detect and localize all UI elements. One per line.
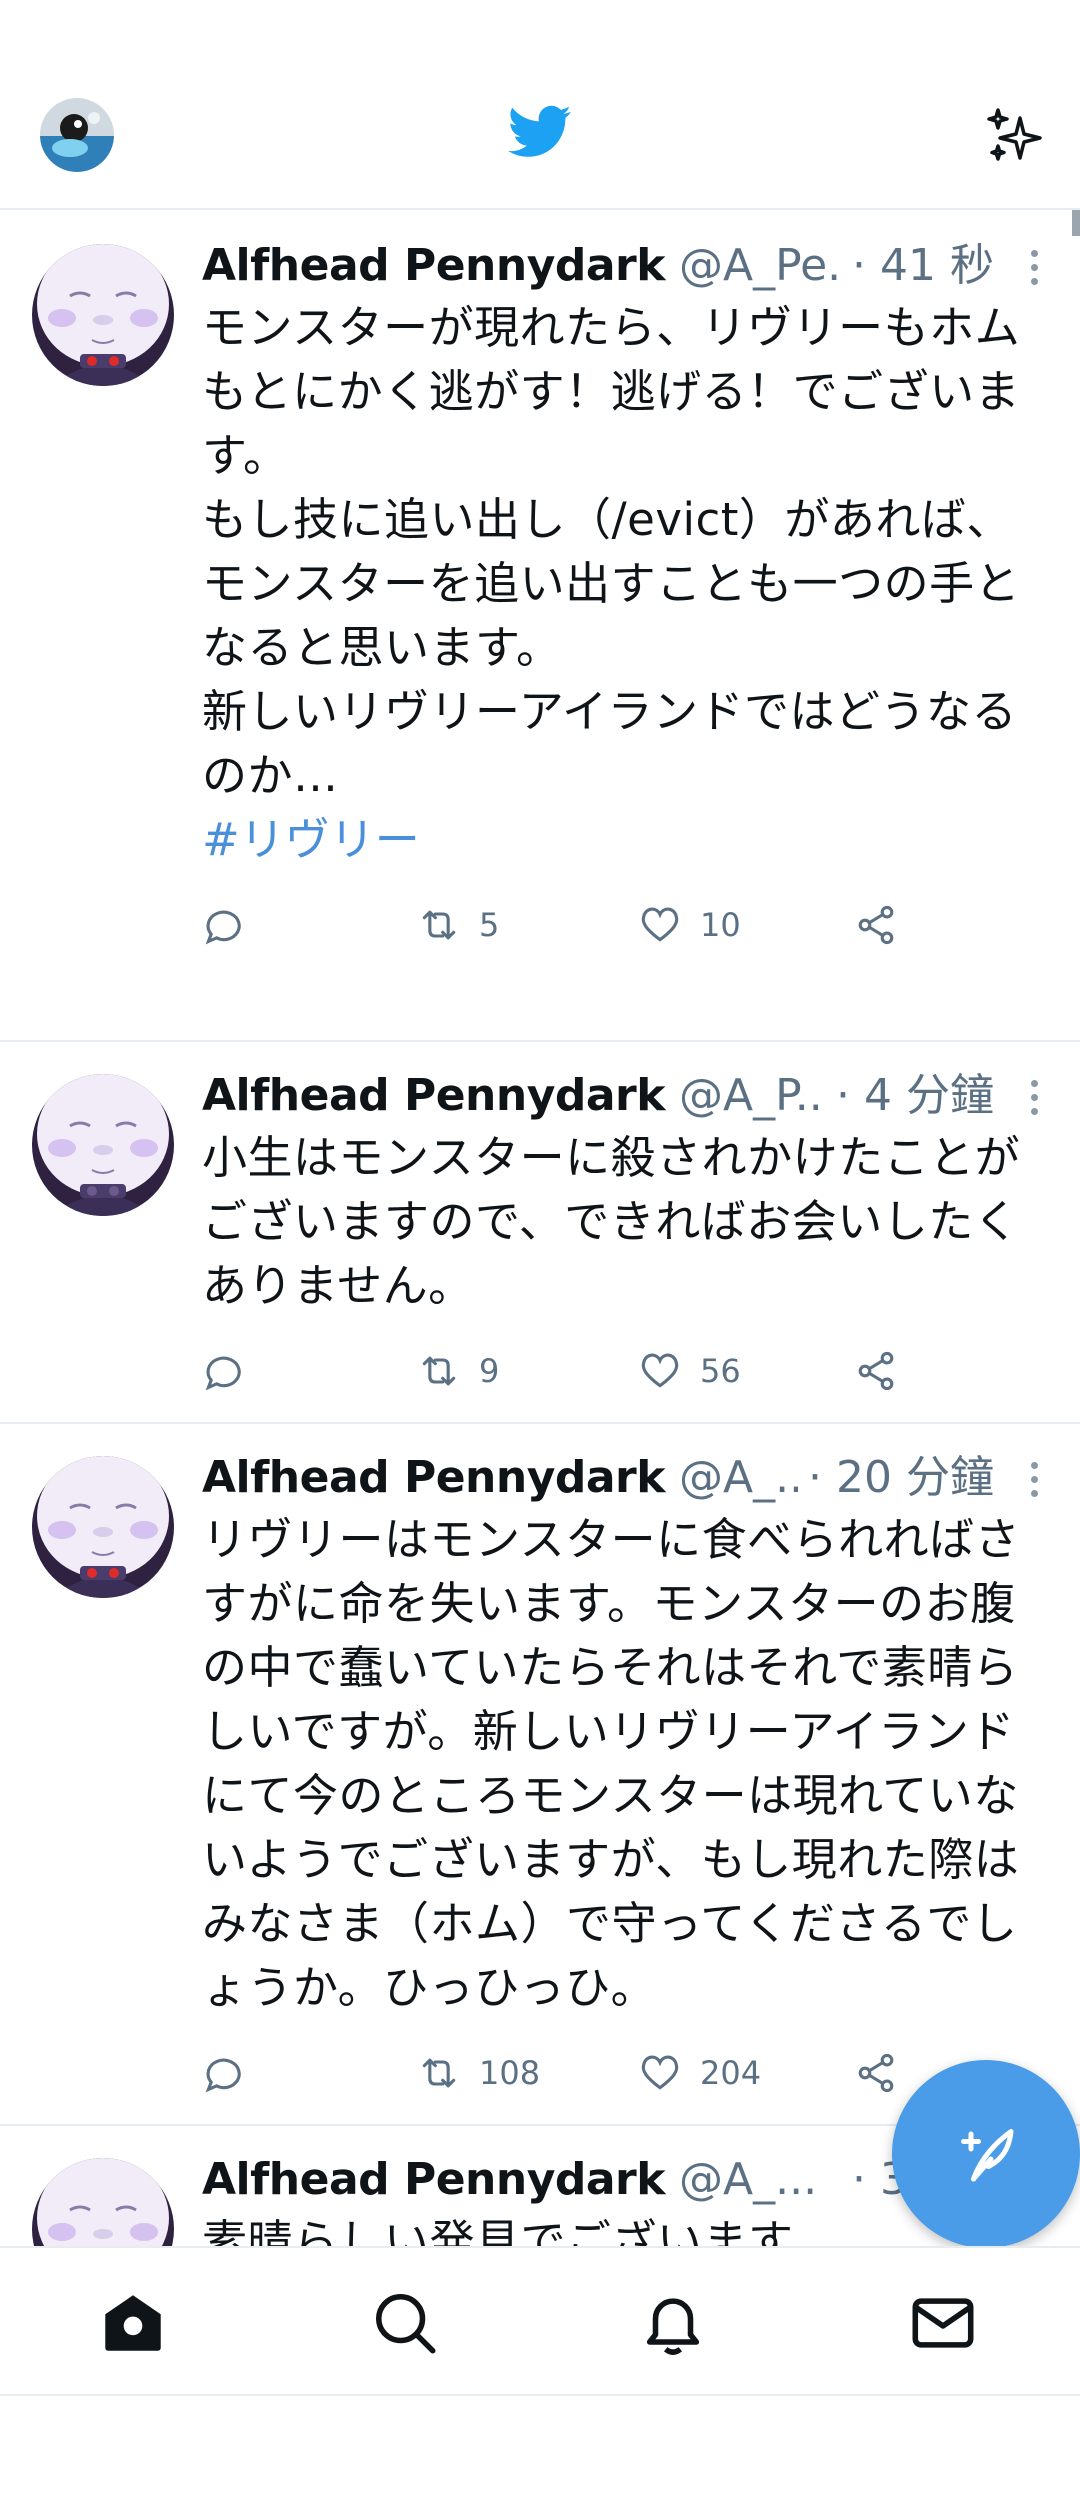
retweet-count: 5	[479, 906, 500, 944]
share-icon	[858, 2053, 894, 2093]
retweet-button[interactable]: 5	[417, 900, 499, 950]
hashtag-link[interactable]: #リヴリー	[202, 808, 1044, 872]
nav-notifications-button[interactable]	[638, 2288, 708, 2358]
twitter-bird-icon	[508, 104, 572, 160]
tweet-timestamp: · 20 分鐘	[798, 1448, 994, 1508]
reply-button[interactable]	[202, 1346, 264, 1396]
reply-button[interactable]	[202, 900, 264, 950]
heart-icon	[641, 2055, 679, 2090]
top-app-bar	[0, 0, 1080, 210]
more-options-icon[interactable]	[1024, 1460, 1044, 1500]
tweet-text: モンスターが現れたら、リヴリーもホムもとにかく逃がす！逃げる！でございます。 も…	[202, 301, 1021, 802]
author-name[interactable]: Alfhead Pennydark	[202, 240, 666, 291]
like-button[interactable]: 204	[638, 2048, 761, 2098]
retweet-count: 9	[479, 1352, 500, 1390]
retweet-count: 108	[479, 2054, 541, 2092]
reply-button[interactable]	[202, 2048, 264, 2098]
author-handle[interactable]: @A_...	[679, 2154, 817, 2205]
bottom-navigation	[0, 2246, 1080, 2396]
share-icon	[858, 905, 894, 945]
sparkle-icon[interactable]	[984, 104, 1048, 168]
like-button[interactable]: 56	[638, 1346, 741, 1396]
tweet-text: 小生はモンスターに殺されかけたことがございますので、できればお会いしたくありませ…	[202, 1131, 1021, 1312]
share-button[interactable]	[854, 900, 898, 950]
retweet-button[interactable]: 9	[417, 1346, 499, 1396]
nav-home-button[interactable]	[98, 2288, 168, 2358]
nav-messages-button[interactable]	[908, 2288, 978, 2358]
author-name[interactable]: Alfhead Pennydark	[202, 1070, 666, 1121]
author-avatar[interactable]	[32, 244, 174, 386]
tweet-item[interactable]: Alfhead Pennydark @A_P... · 4 分鐘 小生はモンスタ…	[0, 1042, 1080, 1424]
retweet-button[interactable]: 108	[417, 2048, 540, 2098]
more-options-icon[interactable]	[1024, 1078, 1044, 1118]
tweet-actions: 5 10	[202, 872, 1044, 982]
tweet-item[interactable]: Alfhead Pennydark @A_... · 20 分鐘 リヴリーはモン…	[0, 1424, 1080, 2126]
author-avatar[interactable]	[32, 2158, 174, 2246]
compose-tweet-button[interactable]	[892, 2060, 1080, 2248]
tweet-actions: 9 56	[202, 1318, 1044, 1428]
reply-icon	[205, 2058, 241, 2093]
like-button[interactable]: 10	[638, 900, 741, 950]
tweet-item[interactable]: Alfhead Pennydark @A_Pe... · 41 秒 モンスターが…	[0, 212, 1080, 1042]
share-icon	[858, 1351, 894, 1391]
heart-icon	[641, 907, 679, 942]
tweet-timestamp: · 4 分鐘	[826, 1066, 994, 1126]
retweet-icon	[422, 910, 456, 940]
author-name[interactable]: Alfhead Pennydark	[202, 2154, 666, 2205]
heart-icon	[641, 1353, 679, 1388]
like-count: 204	[700, 2054, 762, 2092]
like-count: 10	[700, 906, 741, 944]
author-handle[interactable]: @A_Pe...	[679, 240, 869, 291]
author-handle[interactable]: @A_...	[679, 1452, 817, 1503]
nav-search-button[interactable]	[370, 2288, 440, 2358]
retweet-icon	[422, 1356, 456, 1386]
profile-avatar[interactable]	[40, 98, 114, 172]
home-icon	[105, 2295, 161, 2351]
tweet-text: リヴリーはモンスターに食べられればさすがに命を失います。モンスターのお腹の中で蠢…	[202, 1513, 1021, 2014]
author-avatar[interactable]	[32, 1456, 174, 1598]
author-avatar[interactable]	[32, 1074, 174, 1216]
reply-icon	[205, 910, 241, 945]
compose-tweet-icon	[961, 2129, 1014, 2182]
search-icon	[375, 2293, 436, 2354]
retweet-icon	[422, 2058, 456, 2088]
notifications-icon	[646, 2298, 700, 2355]
share-button[interactable]	[854, 2048, 898, 2098]
more-options-icon[interactable]	[1024, 248, 1044, 288]
like-count: 56	[700, 1352, 741, 1390]
author-handle[interactable]: @A_P...	[679, 1070, 837, 1121]
reply-icon	[205, 1356, 241, 1391]
timeline: Alfhead Pennydark @A_Pe... · 41 秒 モンスターが…	[0, 212, 1080, 2246]
messages-icon	[912, 2298, 974, 2348]
tweet-timestamp: · 41 秒	[842, 236, 994, 296]
share-button[interactable]	[854, 1346, 898, 1396]
author-name[interactable]: Alfhead Pennydark	[202, 1452, 666, 1503]
